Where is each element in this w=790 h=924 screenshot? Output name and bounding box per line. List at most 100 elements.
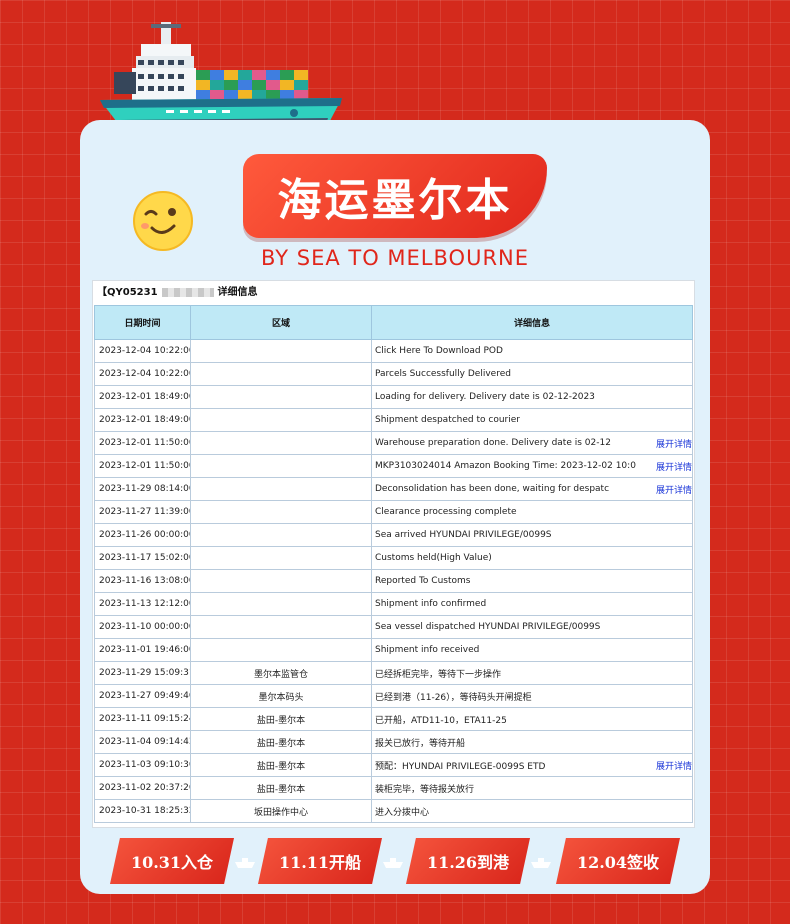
row-detail-text: 已经拆柜完毕，等待下一步操作 (375, 669, 502, 680)
step-badge: 10.31入仓 (110, 838, 234, 884)
ship-separator-icon (235, 858, 255, 868)
row-detail-text: Loading for delivery. Delivery date is 0… (375, 392, 595, 402)
row-area: 盐田-墨尔本 (190, 730, 372, 754)
tracking-table: 日期时间 区域 详细信息 2023-12-04 10:22:00 Click He… (94, 305, 693, 823)
row-detail-text: 已开船，ATD11-10，ETA11-25 (375, 715, 507, 726)
row-detail: 装柜完毕，等待报关放行 (371, 776, 693, 800)
row-area (190, 569, 372, 593)
row-time: 2023-11-02 20:37:26 (94, 776, 191, 800)
redacted-mask (161, 287, 214, 297)
timeline-steps: 10.31入仓 11.11开船 11.26到港 12.04签收 (110, 838, 680, 886)
row-detail: Customs held(High Value) (371, 546, 693, 570)
row-detail-text: 进入分拨中心 (375, 807, 430, 818)
row-time: 2023-11-11 09:15:24 (94, 707, 191, 731)
row-detail: Shipment info received (371, 638, 693, 662)
row-detail: 报关已放行，等待开船 (371, 730, 693, 754)
row-detail: 进入分拨中心 (371, 799, 693, 823)
table-row: 2023-11-10 00:00:00 Sea vessel dispatched… (94, 615, 693, 639)
row-detail: Click Here To Download POD (371, 339, 693, 363)
row-time: 2023-11-29 08:14:00 (94, 477, 191, 501)
row-time: 2023-11-29 15:09:31 (94, 661, 191, 685)
row-detail-text: Sea vessel dispatched HYUNDAI PRIVILEGE/… (375, 622, 601, 632)
row-area (190, 546, 372, 570)
table-row: 2023-11-17 15:02:00 Customs held(High Val… (94, 546, 693, 570)
column-header-time: 日期时间 (94, 305, 191, 340)
row-area (190, 615, 372, 639)
column-header-area: 区域 (190, 305, 372, 340)
row-time: 2023-12-01 18:49:00 (94, 408, 191, 432)
table-row: 2023-11-13 12:12:00 Shipment info confirm… (94, 592, 693, 616)
row-area (190, 523, 372, 547)
step-badge: 11.11开船 (258, 838, 382, 884)
row-time: 2023-11-04 09:14:43 (94, 730, 191, 754)
row-time: 2023-11-03 09:10:36 (94, 753, 191, 777)
row-time: 2023-12-04 10:22:00 (94, 362, 191, 386)
row-area (190, 362, 372, 386)
row-time: 2023-11-26 00:00:00 (94, 523, 191, 547)
row-area (190, 638, 372, 662)
ship-separator-icon (383, 858, 403, 868)
row-detail-text: Shipment info received (375, 645, 480, 655)
expand-details-link[interactable]: 展开详情 (653, 483, 692, 496)
row-detail: 预配：HYUNDAI PRIVILEGE-0099S ETD 展开详情 (371, 753, 693, 777)
row-area (190, 500, 372, 524)
table-row: 2023-11-27 09:49:46 墨尔本码头 已经到港（11-26），等待码头… (94, 684, 693, 708)
tracking-number: 【QY05231 (97, 287, 158, 298)
row-area (190, 592, 372, 616)
page-title: 海运墨尔本 (243, 154, 547, 238)
table-row: 2023-11-16 13:08:00 Reported To Customs (94, 569, 693, 593)
table-row: 2023-11-02 20:37:26 盐田-墨尔本 装柜完毕，等待报关放行 (94, 776, 693, 800)
row-area (190, 408, 372, 432)
ship-separator-icon (531, 858, 551, 868)
table-row: 2023-12-04 10:22:00 Parcels Successfully … (94, 362, 693, 386)
expand-details-link[interactable]: 展开详情 (653, 460, 692, 473)
row-time: 2023-12-01 18:49:00 (94, 385, 191, 409)
row-detail: 已开船，ATD11-10，ETA11-25 (371, 707, 693, 731)
step-badge: 12.04签收 (556, 838, 680, 884)
page-subtitle: BY SEA TO MELBOURNE (260, 246, 530, 270)
column-header-detail: 详细信息 (371, 305, 693, 340)
row-detail-text: Customs held(High Value) (375, 553, 492, 563)
row-detail: 已经到港（11-26），等待码头开闸提柜 (371, 684, 693, 708)
row-time: 2023-11-27 09:49:46 (94, 684, 191, 708)
row-area: 盐田-墨尔本 (190, 776, 372, 800)
row-area: 盐田-墨尔本 (190, 753, 372, 777)
row-detail-text: 装柜完毕，等待报关放行 (375, 784, 475, 795)
tracking-panel: 【QY05231 详细信息 日期时间 区域 详细信息 2023-12-04 10:… (92, 280, 695, 828)
row-detail-text: 已经到港（11-26），等待码头开闸提柜 (375, 692, 532, 703)
row-detail: 已经拆柜完毕，等待下一步操作 (371, 661, 693, 685)
row-time: 2023-12-01 11:50:00 (94, 431, 191, 455)
tracking-label: 详细信息 (217, 287, 258, 298)
row-detail: Sea arrived HYUNDAI PRIVILEGE/0099S (371, 523, 693, 547)
row-detail-text: Reported To Customs (375, 576, 471, 586)
row-area (190, 385, 372, 409)
row-detail-text: Parcels Successfully Delivered (375, 369, 511, 379)
row-detail-text: 预配：HYUNDAI PRIVILEGE-0099S ETD (375, 761, 546, 772)
table-header-row: 日期时间 区域 详细信息 (94, 305, 693, 340)
row-detail: Clearance processing complete (371, 500, 693, 524)
row-detail: Warehouse preparation done. Delivery dat… (371, 431, 693, 455)
row-detail: Shipment info confirmed (371, 592, 693, 616)
expand-details-link[interactable]: 展开详情 (653, 437, 692, 450)
table-row: 2023-12-01 11:50:00 MKP3103024014 Amazon … (94, 454, 693, 478)
table-row: 2023-11-04 09:14:43 盐田-墨尔本 报关已放行，等待开船 (94, 730, 693, 754)
row-area: 墨尔本码头 (190, 684, 372, 708)
row-detail: Loading for delivery. Delivery date is 0… (371, 385, 693, 409)
table-row: 2023-11-26 00:00:00 Sea arrived HYUNDAI P… (94, 523, 693, 547)
table-row: 2023-11-29 15:09:31 墨尔本监管仓 已经拆柜完毕，等待下一步操作 (94, 661, 693, 685)
wink-smiley-icon (133, 191, 193, 251)
row-area: 墨尔本监管仓 (190, 661, 372, 685)
row-area: 坂田操作中心 (190, 799, 372, 823)
row-time: 2023-11-10 00:00:00 (94, 615, 191, 639)
row-time: 2023-11-27 11:39:00 (94, 500, 191, 524)
table-row: 2023-11-01 19:46:00 Shipment info receive… (94, 638, 693, 662)
row-detail: Sea vessel dispatched HYUNDAI PRIVILEGE/… (371, 615, 693, 639)
row-area (190, 477, 372, 501)
row-area: 盐田-墨尔本 (190, 707, 372, 731)
row-detail-text: Deconsolidation has been done, waiting f… (375, 484, 610, 494)
table-row: 2023-12-04 10:22:00 Click Here To Downloa… (94, 339, 693, 363)
row-detail-text: Clearance processing complete (375, 507, 517, 517)
table-row: 2023-11-03 09:10:36 盐田-墨尔本 预配：HYUNDAI PRIV… (94, 753, 693, 777)
table-row: 2023-11-29 08:14:00 Deconsolidation has b… (94, 477, 693, 501)
expand-details-link[interactable]: 展开详情 (653, 759, 692, 772)
